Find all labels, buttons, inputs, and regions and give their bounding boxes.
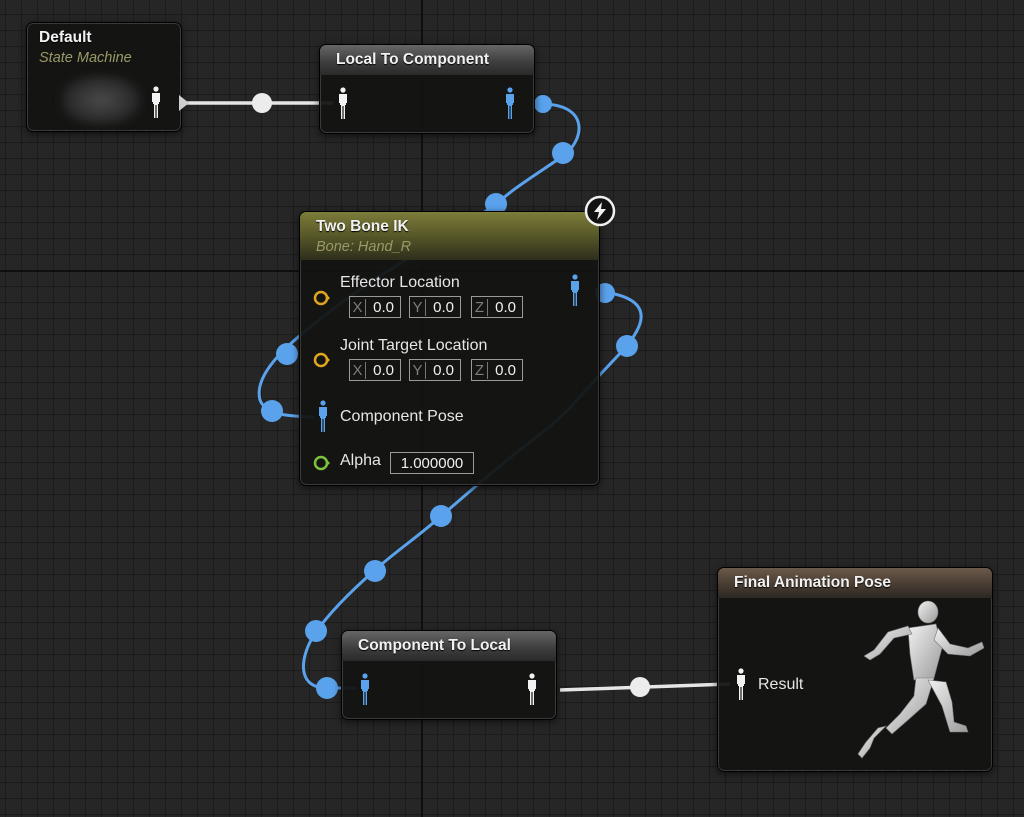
ring-pin-icon[interactable] [313,289,331,307]
wire-reroute-dot[interactable] [552,142,574,164]
wire-reroute-dot[interactable] [616,335,638,357]
pin-label-effector-location: Effector Location [340,274,460,291]
field-value: 0.0 [433,361,454,379]
effector-x-field[interactable]: X 0.0 [349,296,401,318]
field-value: 0.0 [373,361,394,379]
mannequin-runner-icon [857,600,985,759]
pin-label-alpha: Alpha [340,452,381,469]
wire-reroute-dot[interactable] [261,400,283,422]
wire-reroute-dot[interactable] [252,93,272,113]
lightning-badge-icon [584,195,616,227]
axis-label: Y [410,298,426,316]
axis-label: X [350,298,366,316]
wire-reroute-dot[interactable] [276,343,298,365]
node-title: Default [39,29,92,46]
ring-pin-icon[interactable] [313,454,331,472]
node-two-bone-ik[interactable]: Two Bone IK Bone: Hand_R Effector Locati… [299,195,616,486]
pin-label-component-pose: Component Pose [340,408,464,425]
axis-label: X [350,361,366,379]
field-value: 0.0 [373,298,394,316]
node-title: Final Animation Pose [734,574,892,591]
person-pose-icon[interactable] [526,673,538,706]
node-final-animation-pose[interactable]: Final Animation Pose Result [717,567,993,772]
joint-target-y-field[interactable]: Y 0.0 [409,359,461,381]
wire-reroute-dot[interactable] [630,677,650,697]
node-header: Final Animation Pose [718,568,992,598]
output-pin-icon[interactable] [177,94,191,112]
joint-target-z-field[interactable]: Z 0.0 [471,359,523,381]
pin-label-result: Result [758,676,804,693]
field-value: 0.0 [495,298,516,316]
node-subtitle: Bone: Hand_R [316,238,412,255]
node-title: Component To Local [358,637,511,654]
node-header: Component To Local [342,631,556,661]
node-subtitle: State Machine [39,50,132,66]
person-pose-icon[interactable] [337,87,349,120]
node-component-to-local[interactable]: Component To Local [341,630,557,720]
person-pose-icon[interactable] [569,274,581,307]
ring-pin-icon[interactable] [313,351,331,369]
wire-reroute-dot[interactable] [430,505,452,527]
person-pose-icon[interactable] [150,86,162,119]
person-pose-icon[interactable] [735,668,747,701]
wire-reroute-dot[interactable] [534,95,552,113]
node-title: Two Bone IK [316,217,409,235]
effector-z-field[interactable]: Z 0.0 [471,296,523,318]
person-pose-icon[interactable] [504,87,516,120]
axis-label: Y [410,361,426,379]
person-pose-icon[interactable] [317,400,329,433]
node-header: Local To Component [320,45,534,75]
node-title: Local To Component [336,51,489,68]
axis-label: Z [472,361,488,379]
blurred-thumbnail [61,75,141,125]
field-value: 0.0 [433,298,454,316]
wire-reroute-dot[interactable] [305,620,327,642]
node-default-state-machine[interactable]: Default State Machine [26,22,189,132]
wire-reroute-dot[interactable] [364,560,386,582]
joint-target-x-field[interactable]: X 0.0 [349,359,401,381]
node-header: Two Bone IK Bone: Hand_R [300,212,599,260]
node-local-to-component[interactable]: Local To Component [319,44,535,134]
node-header: Default State Machine [27,23,181,66]
alpha-field[interactable]: 1.000000 [390,452,474,474]
field-value: 0.0 [495,361,516,379]
wire-reroute-dot[interactable] [316,677,338,699]
person-pose-icon[interactable] [359,673,371,706]
anim-graph-canvas[interactable]: Default State Machine Local To Component [0,0,1024,817]
axis-label: Z [472,298,488,316]
effector-y-field[interactable]: Y 0.0 [409,296,461,318]
pin-label-joint-target-location: Joint Target Location [340,337,488,354]
